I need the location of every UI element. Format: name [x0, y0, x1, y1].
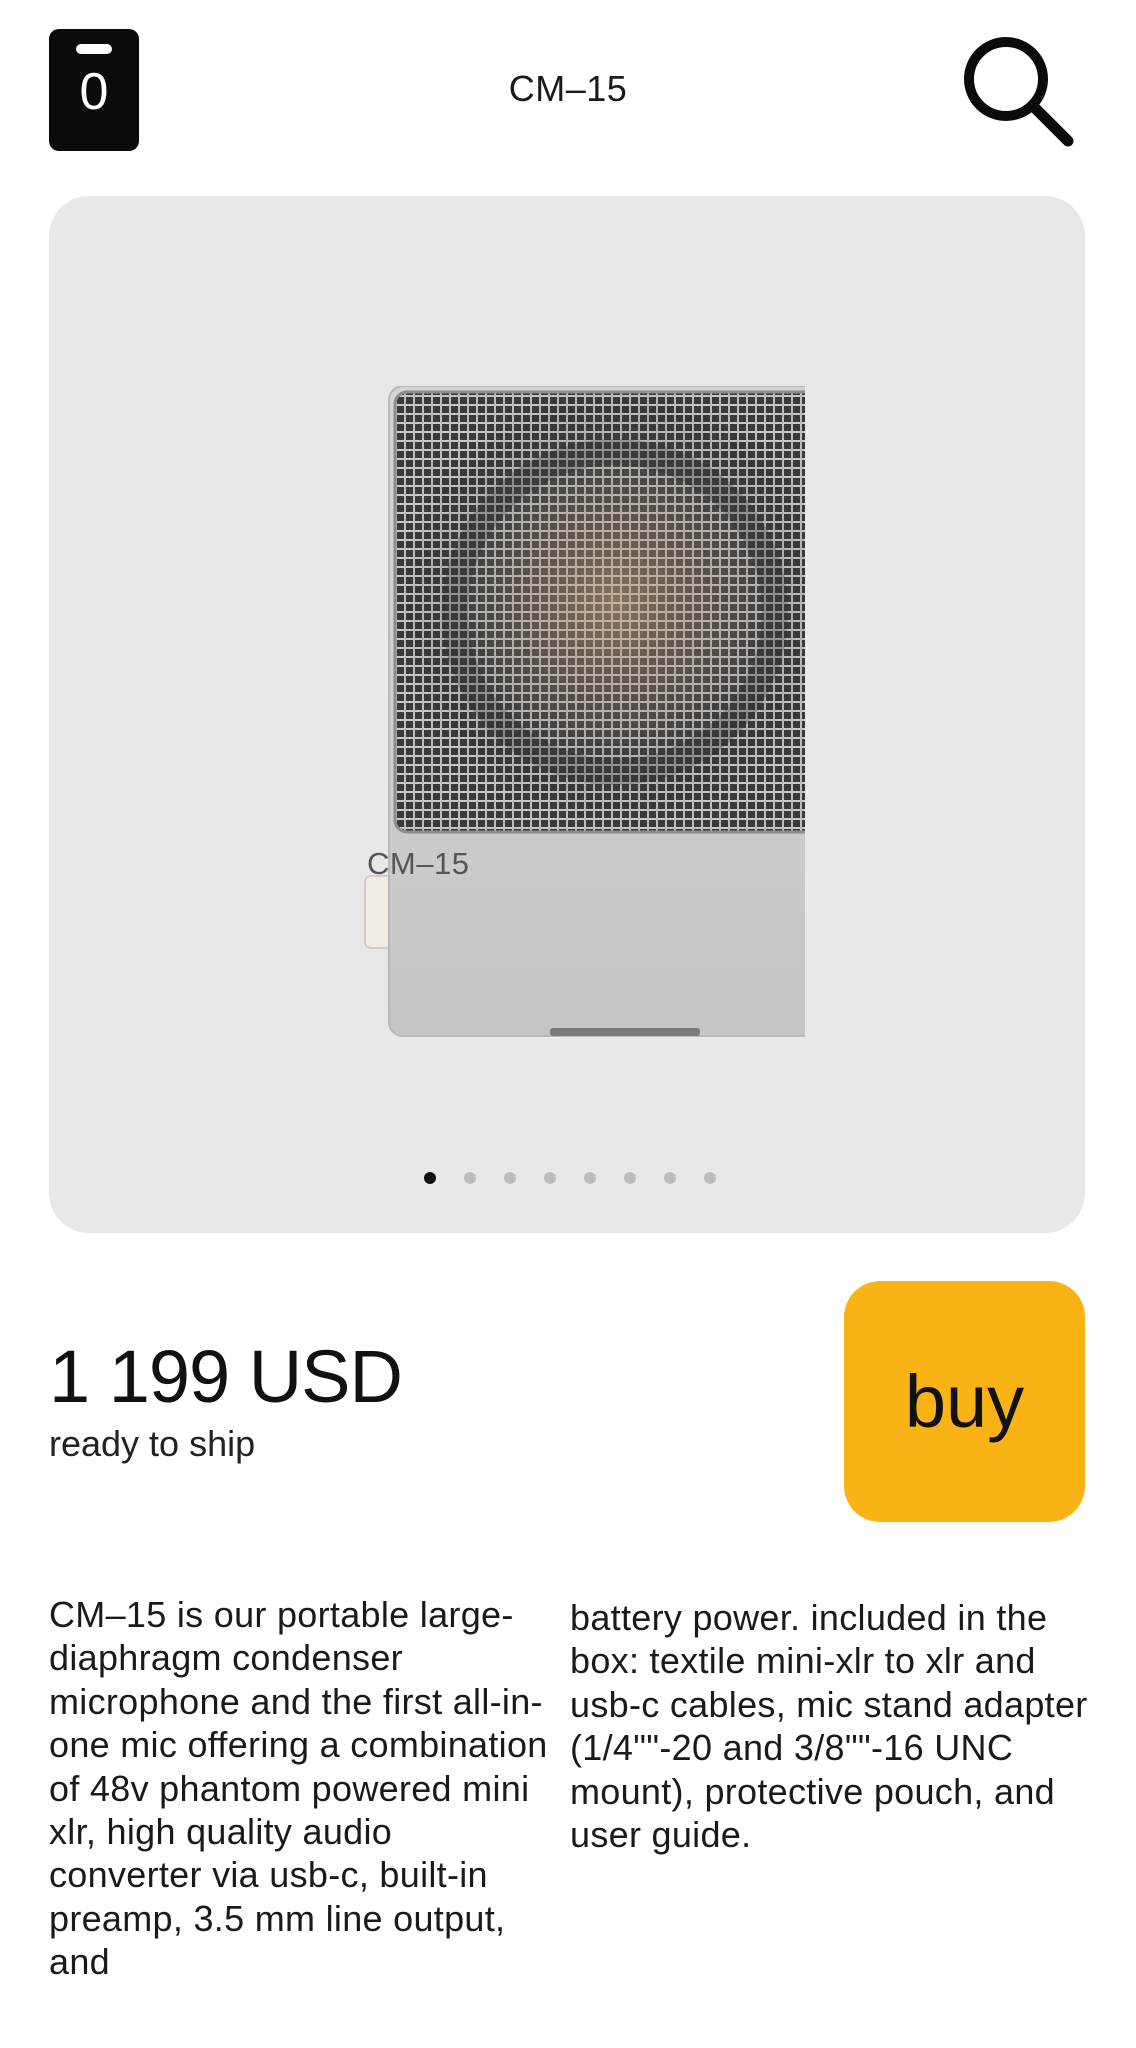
description-column-1: CM–15 is our portable large-diaphragm co…: [49, 1594, 548, 1983]
carousel-dot[interactable]: [663, 1172, 676, 1184]
carousel-dots: [49, 1172, 1085, 1184]
carousel-dot[interactable]: [623, 1172, 636, 1184]
carousel-dot[interactable]: [543, 1172, 556, 1184]
price: 1 199 USD: [49, 1335, 403, 1418]
search-button[interactable]: [956, 29, 1078, 151]
carousel-dot[interactable]: [503, 1172, 516, 1184]
carousel-dot[interactable]: [423, 1172, 436, 1184]
carousel-dot[interactable]: [703, 1172, 716, 1184]
cart-icon: [76, 44, 112, 54]
carousel-dot[interactable]: [583, 1172, 596, 1184]
product-page: 0 CM–15 CM–15 1 199 USD ready to ship bu…: [0, 0, 1136, 2048]
search-icon: [964, 37, 1074, 147]
product-gallery[interactable]: CM–15: [49, 196, 1085, 1233]
buy-button[interactable]: buy: [844, 1281, 1085, 1522]
carousel-dot[interactable]: [463, 1172, 476, 1184]
product-model-label: CM–15: [367, 846, 470, 881]
stock-status: ready to ship: [49, 1423, 256, 1464]
description-column-2: battery power. included in the box: text…: [570, 1597, 1088, 1856]
microphone-image: [364, 386, 805, 1037]
